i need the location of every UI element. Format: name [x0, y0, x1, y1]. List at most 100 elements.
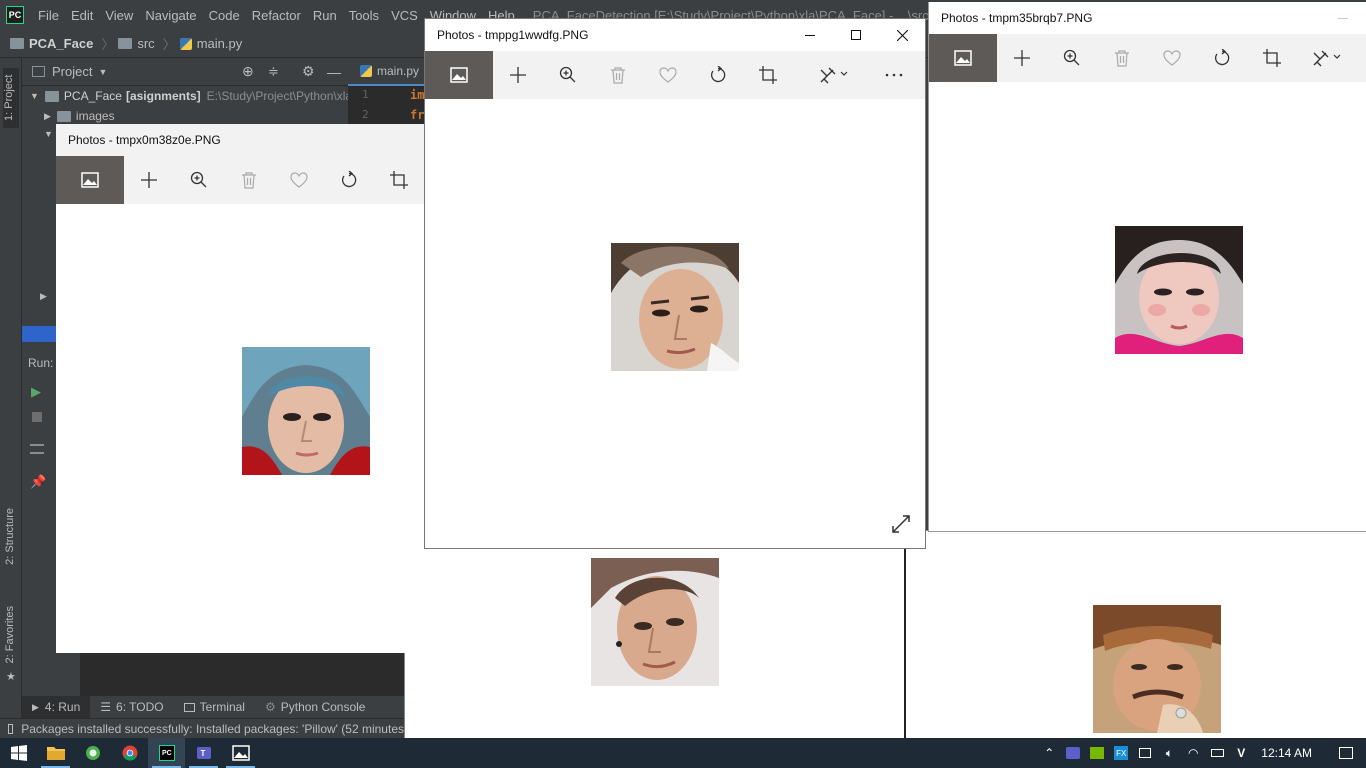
minimize-button[interactable]: [1320, 2, 1366, 34]
stop-icon[interactable]: [32, 412, 42, 422]
tab-run[interactable]: ▶ 4: Run: [22, 696, 91, 718]
nvidia-icon[interactable]: [1085, 738, 1109, 768]
chevron-down-icon[interactable]: ▼: [98, 67, 107, 77]
fx-icon[interactable]: FX: [1109, 738, 1133, 768]
menu-vcs[interactable]: VCS: [385, 8, 424, 23]
edit-create-icon: [820, 67, 848, 84]
zoom-button[interactable]: [1047, 34, 1097, 82]
crop-button[interactable]: [1247, 34, 1297, 82]
photos-window-behind-right: [906, 530, 1366, 738]
heart-icon: [290, 172, 308, 188]
locate-icon[interactable]: ⊕: [242, 63, 254, 80]
collapse-icon[interactable]: ≑: [268, 64, 279, 80]
menu-view[interactable]: View: [99, 8, 139, 23]
favorite-button[interactable]: [274, 156, 324, 204]
tab-terminal[interactable]: Terminal: [174, 700, 255, 714]
expand-arrow-icon: ▼: [30, 91, 39, 101]
plus-icon: [1014, 50, 1030, 66]
close-icon: [896, 29, 908, 41]
tab-structure-tool[interactable]: 2: Structure: [4, 508, 16, 565]
start-button[interactable]: [0, 738, 37, 768]
rotate-button[interactable]: [324, 156, 374, 204]
pin-icon[interactable]: 📌: [30, 474, 46, 490]
add-button[interactable]: [493, 51, 543, 99]
edit-create-button[interactable]: [1297, 34, 1357, 82]
favorite-button[interactable]: [1147, 34, 1197, 82]
display-icon[interactable]: [1133, 738, 1157, 768]
crop-button[interactable]: [374, 156, 424, 204]
delete-button[interactable]: [1097, 34, 1147, 82]
delete-button[interactable]: [593, 51, 643, 99]
breadcrumb-file[interactable]: main.py: [179, 36, 242, 51]
status-message[interactable]: Packages installed successfully: Install…: [21, 722, 404, 736]
fullscreen-button[interactable]: [891, 514, 911, 534]
breadcrumb-project[interactable]: PCA_Face: [10, 36, 93, 51]
zoom-button[interactable]: [543, 51, 593, 99]
add-button[interactable]: [997, 34, 1047, 82]
zoom-in-icon: [559, 66, 576, 83]
minimize-panel-icon[interactable]: —: [327, 64, 341, 80]
rerun-icon[interactable]: ▶: [31, 384, 41, 400]
favorite-button[interactable]: [643, 51, 693, 99]
photos-home-button[interactable]: [929, 34, 997, 82]
status-toggle-icon[interactable]: [8, 723, 14, 734]
breadcrumb-src[interactable]: src: [118, 36, 155, 51]
volume-icon[interactable]: 🔈︎: [1157, 738, 1181, 768]
code-editor[interactable]: 1 2 im fr: [348, 86, 428, 126]
tree-item-collapsed[interactable]: ▶: [40, 286, 47, 306]
photos-titlebar: Photos - tmpm35brqb7.PNG: [929, 2, 1366, 34]
green-app-icon: [85, 746, 100, 760]
battery-icon[interactable]: [1205, 738, 1229, 768]
menu-code[interactable]: Code: [203, 8, 246, 23]
menu-file[interactable]: File: [32, 8, 65, 23]
face-image-blue-hair: [242, 347, 370, 475]
folder-icon: [44, 90, 59, 102]
menu-navigate[interactable]: Navigate: [139, 8, 202, 23]
tree-item-src[interactable]: ▼: [44, 124, 53, 144]
run-console-output: [80, 653, 404, 696]
maximize-button[interactable]: [833, 19, 879, 51]
editor-tab-main[interactable]: main.py: [377, 64, 419, 78]
menu-tools[interactable]: Tools: [343, 8, 385, 23]
more-icon: [885, 73, 903, 77]
photos-home-button[interactable]: [56, 156, 124, 204]
tree-item-images[interactable]: ▶ images: [44, 106, 115, 126]
gear-icon[interactable]: ⚙: [302, 63, 315, 80]
expand-arrow-icon: ▼: [44, 129, 53, 139]
close-button[interactable]: [879, 19, 925, 51]
minimize-button[interactable]: [787, 19, 833, 51]
taskbar-green-app[interactable]: [74, 738, 111, 768]
action-center-icon[interactable]: [1326, 738, 1366, 768]
layout-icon[interactable]: [30, 444, 44, 454]
status-bar: Packages installed successfully: Install…: [0, 718, 404, 738]
crop-icon: [759, 66, 777, 84]
menu-run[interactable]: Run: [307, 8, 343, 23]
edit-create-button[interactable]: [799, 51, 869, 99]
tab-python-console[interactable]: ⚙ Python Console: [255, 700, 376, 714]
taskbar-file-explorer[interactable]: [37, 738, 74, 768]
crop-button[interactable]: [743, 51, 793, 99]
tab-project-tool[interactable]: 1: Project: [3, 68, 19, 128]
clock[interactable]: 12:14 AM: [1253, 746, 1326, 760]
taskbar-teams[interactable]: T: [185, 738, 222, 768]
teams-tray-icon[interactable]: [1061, 738, 1085, 768]
rotate-button[interactable]: [693, 51, 743, 99]
zoom-button[interactable]: [174, 156, 224, 204]
rotate-button[interactable]: [1197, 34, 1247, 82]
project-panel-label[interactable]: Project: [52, 64, 92, 79]
taskbar-chrome[interactable]: [111, 738, 148, 768]
wifi-icon[interactable]: ◠: [1181, 738, 1205, 768]
photos-home-button[interactable]: [425, 51, 493, 99]
menu-edit[interactable]: Edit: [65, 8, 99, 23]
more-options-button[interactable]: [869, 51, 919, 99]
tab-todo[interactable]: ☰ 6: TODO: [90, 700, 173, 714]
chevron-up-icon[interactable]: ⌃: [1037, 738, 1061, 768]
tab-favorites-tool[interactable]: 2: Favorites: [4, 606, 16, 663]
tree-root-row[interactable]: ▼ PCA_Face [asignments] E:\Study\Project…: [30, 86, 355, 106]
taskbar-photos[interactable]: [222, 738, 259, 768]
delete-button[interactable]: [224, 156, 274, 204]
add-button[interactable]: [124, 156, 174, 204]
taskbar-pycharm[interactable]: PC: [148, 738, 185, 768]
vietkey-icon[interactable]: V: [1229, 738, 1253, 768]
menu-refactor[interactable]: Refactor: [246, 8, 307, 23]
